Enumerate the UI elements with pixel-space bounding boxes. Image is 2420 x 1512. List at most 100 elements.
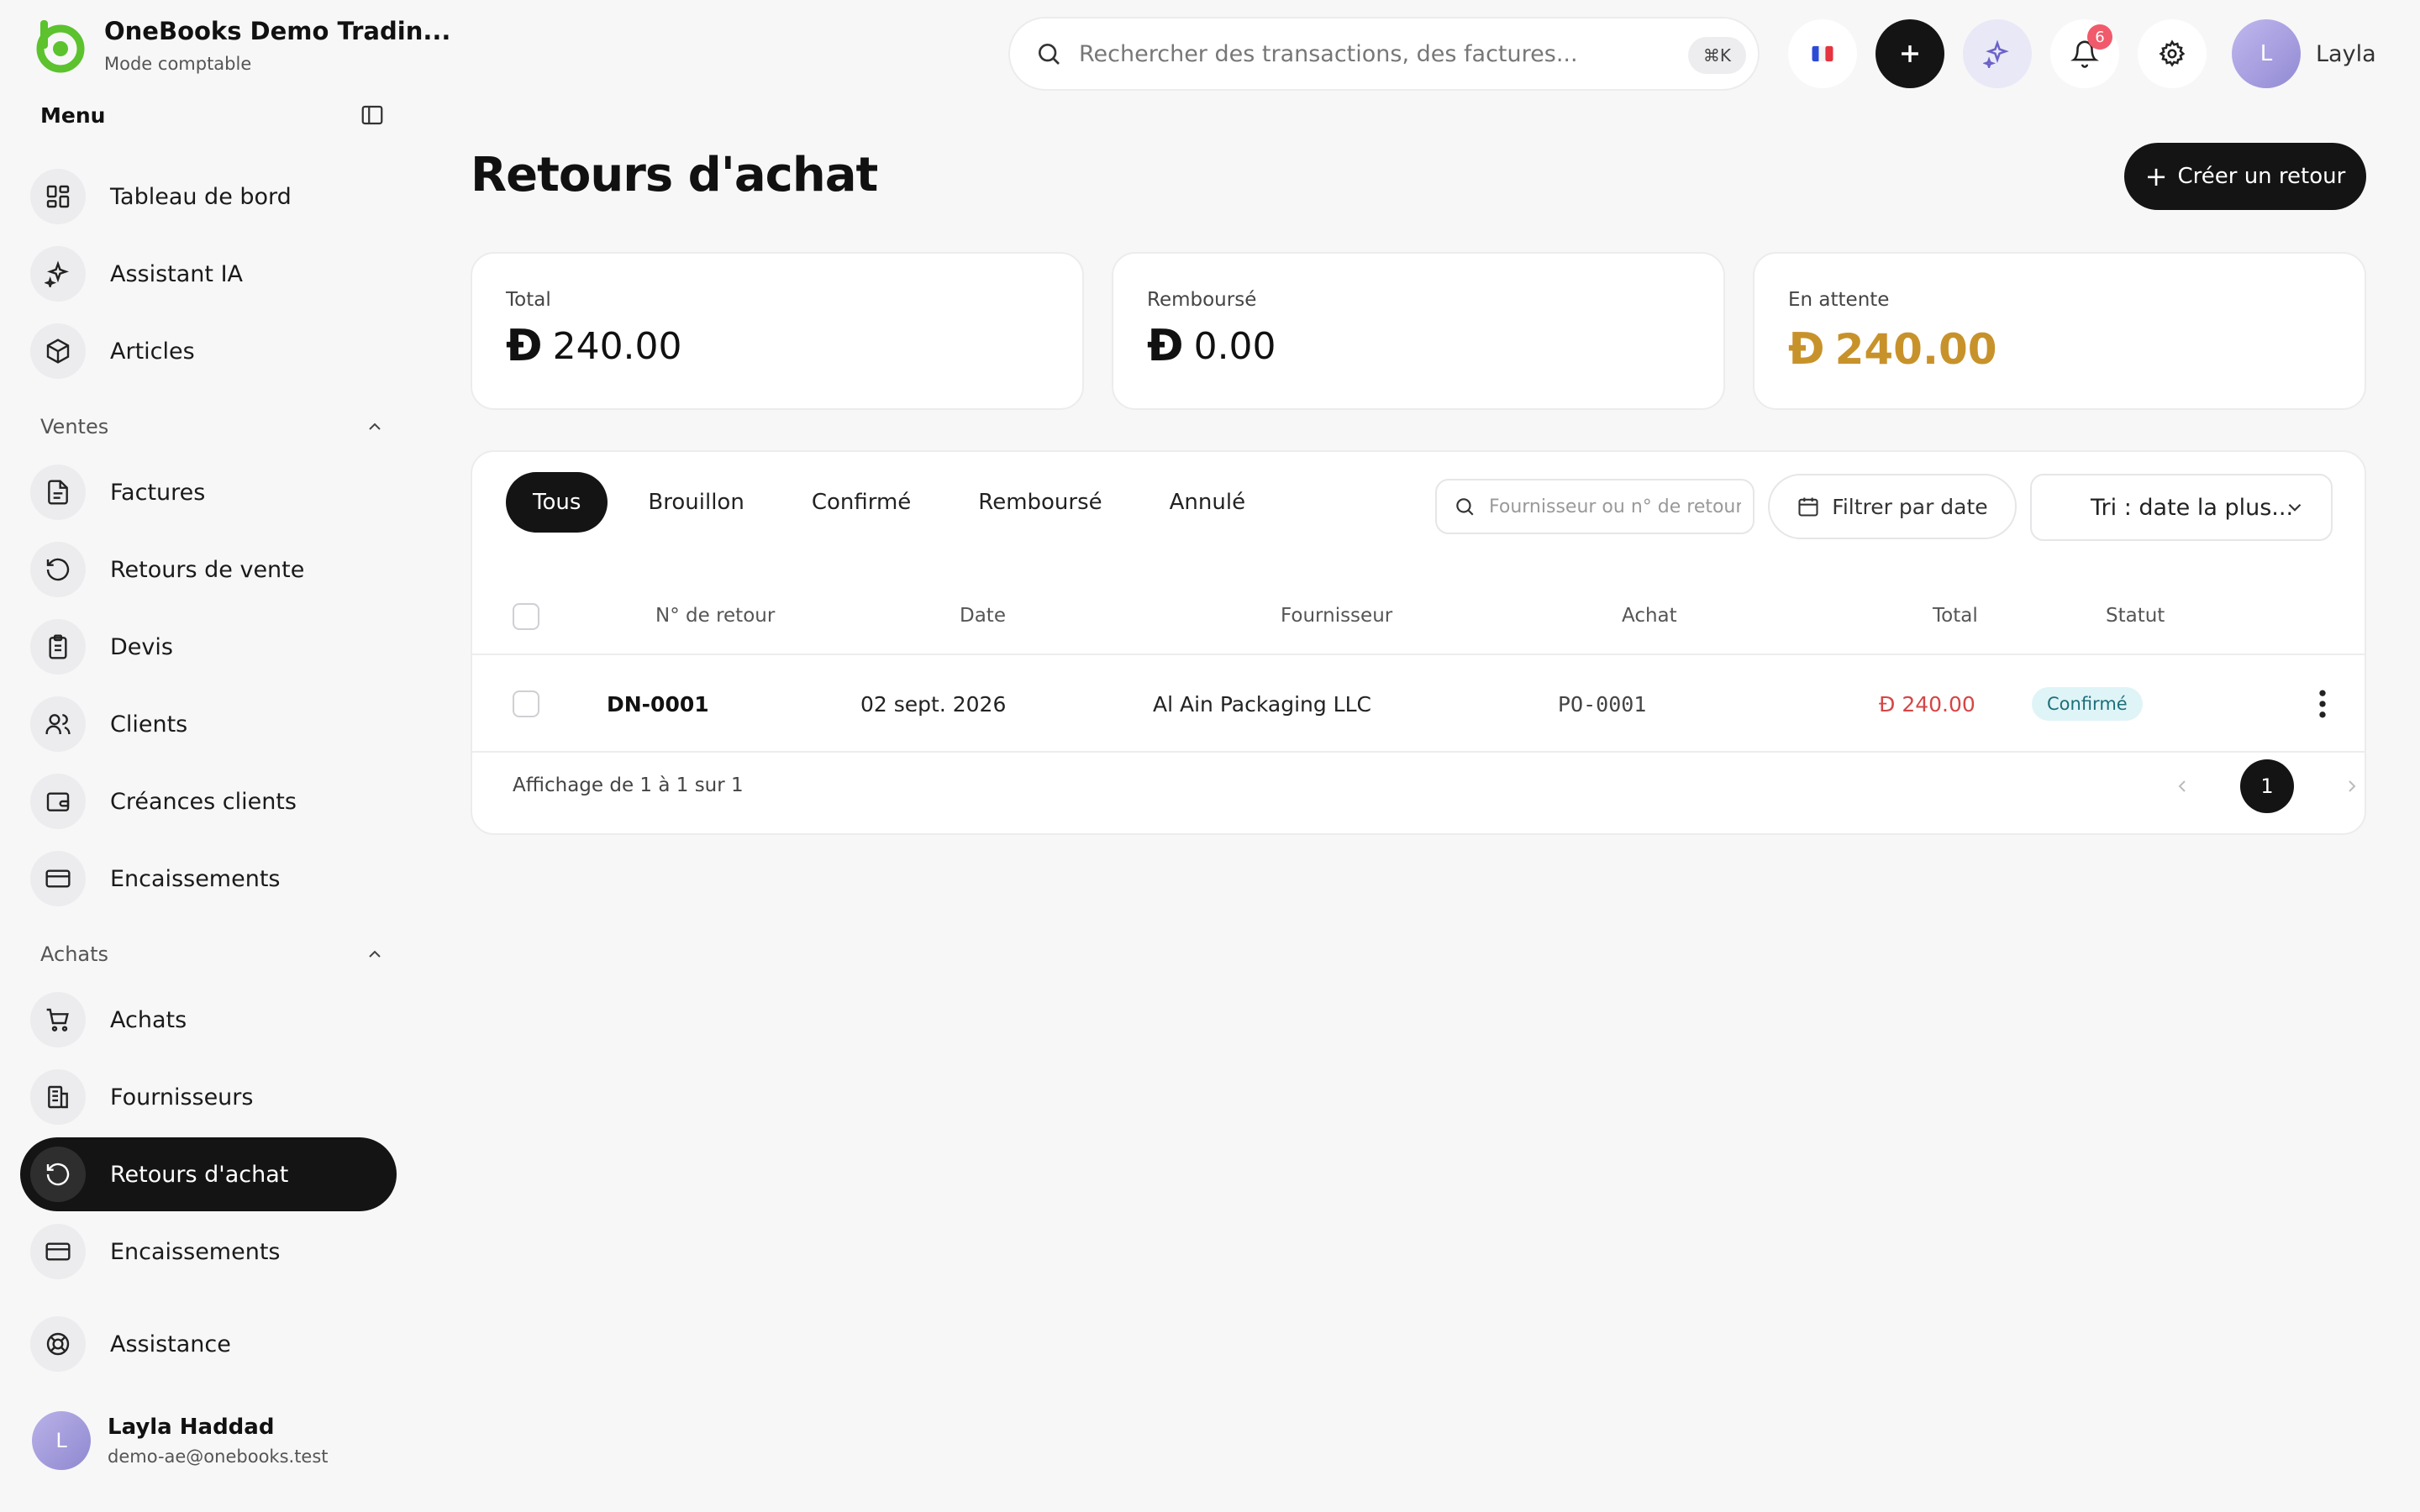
return-supplier: Al Ain Packaging LLC	[1153, 692, 1371, 717]
chevron-up-icon	[369, 423, 381, 430]
page-title: Retours d'achat	[471, 148, 878, 202]
tab-confirmed[interactable]: Confirmé	[785, 472, 938, 533]
select-all-checkbox[interactable]	[513, 603, 539, 630]
chevron-right-icon	[2349, 780, 2356, 792]
page-button[interactable]: 1	[2240, 759, 2294, 813]
currency-icon: Đ	[506, 321, 543, 371]
sidebar-item-label: Fournisseurs	[110, 1084, 254, 1110]
sidebar-collapse-icon[interactable]	[360, 102, 385, 128]
date-filter-button[interactable]: Filtrer par date	[1768, 474, 2017, 539]
chevron-left-icon	[2178, 780, 2186, 792]
column-date[interactable]: Date	[960, 605, 1006, 627]
section-title: Ventes	[40, 415, 109, 438]
filter-search-input[interactable]	[1489, 496, 1741, 517]
card-value: Đ 0.00	[1147, 321, 1276, 371]
tab-all[interactable]: Tous	[506, 472, 608, 533]
rotate-icon	[30, 1147, 86, 1202]
settings-button[interactable]	[2138, 19, 2207, 88]
search-input[interactable]	[1079, 40, 1650, 67]
user-name: Layla Haddad	[108, 1415, 275, 1440]
column-purchase[interactable]: Achat	[1622, 605, 1677, 627]
notifications-button[interactable]: 6	[2050, 19, 2119, 88]
ai-assistant-button[interactable]	[1963, 19, 2032, 88]
brand[interactable]: OneBooks Demo Tradin... Mode comptable	[32, 17, 450, 74]
currency-icon: Đ	[1147, 321, 1184, 371]
search-icon	[1456, 498, 1474, 516]
gear-icon	[2159, 39, 2186, 67]
chevron-up-icon	[369, 950, 381, 958]
sidebar-item-purchase-returns[interactable]: Retours d'achat	[20, 1137, 397, 1211]
sidebar-item-suppliers[interactable]: Fournisseurs	[20, 1060, 397, 1134]
column-total[interactable]: Total	[1933, 605, 1978, 627]
sidebar-item-invoices[interactable]: Factures	[20, 455, 397, 529]
search-icon	[1039, 44, 1060, 65]
column-supplier[interactable]: Fournisseur	[1281, 605, 1392, 627]
tab-refunded[interactable]: Remboursé	[951, 472, 1128, 533]
sidebar-item-label: Retours d'achat	[110, 1161, 289, 1188]
calendar-icon	[1798, 497, 1818, 517]
quick-add-button[interactable]	[1876, 19, 1944, 88]
user-email: demo-ae@onebooks.test	[108, 1446, 329, 1467]
create-return-button[interactable]: + Créer un retour	[2124, 143, 2366, 210]
return-date: 02 sept. 2026	[860, 692, 1007, 717]
global-search[interactable]: ⌘K	[1008, 17, 1760, 91]
section-sales[interactable]: Ventes	[40, 415, 385, 438]
row-checkbox[interactable]	[513, 690, 539, 717]
menu-header: Menu	[40, 102, 385, 128]
sidebar-item-dashboard[interactable]: Tableau de bord	[20, 160, 397, 234]
previous-page-button[interactable]	[2161, 765, 2203, 807]
sidebar-item-sales-returns[interactable]: Retours de vente	[20, 533, 397, 606]
currency-icon: Đ	[1879, 692, 1896, 717]
sidebar-item-support[interactable]: Assistance	[20, 1307, 397, 1381]
card-label: Remboursé	[1147, 289, 1257, 311]
more-vertical-icon[interactable]	[2304, 685, 2341, 722]
column-number[interactable]: N° de retour	[655, 605, 775, 627]
table-row[interactable]: DN-0001 02 sept. 2026 Al Ain Packaging L…	[472, 655, 2365, 753]
sidebar-item-receipts[interactable]: Encaissements	[20, 842, 397, 916]
sidebar-item-label: Retours de vente	[110, 556, 305, 583]
sidebar-item-label: Clients	[110, 711, 188, 738]
sidebar-item-label: Assistant IA	[110, 260, 244, 287]
summary-card-pending: En attente Đ 240.00	[1753, 252, 2366, 410]
language-button[interactable]	[1788, 19, 1857, 88]
tab-cancelled[interactable]: Annulé	[1143, 472, 1272, 533]
sidebar-item-clients[interactable]: Clients	[20, 687, 397, 761]
return-total: Đ 240.00	[1879, 692, 1975, 717]
sidebar-item-purchases[interactable]: Achats	[20, 983, 397, 1057]
next-page-button[interactable]	[2331, 765, 2373, 807]
tab-draft[interactable]: Brouillon	[621, 472, 771, 533]
wallet-icon	[30, 774, 86, 829]
avatar: L	[32, 1411, 91, 1470]
section-purchases[interactable]: Achats	[40, 942, 385, 966]
column-status[interactable]: Statut	[2106, 605, 2165, 627]
sparkles-icon	[30, 246, 86, 302]
sort-select[interactable]: Tri : date la plus...	[2030, 474, 2333, 541]
section-title: Achats	[40, 942, 109, 966]
filter-search[interactable]	[1435, 479, 1754, 534]
card-label: Total	[506, 289, 551, 311]
building-icon	[30, 1069, 86, 1125]
status-badge: Confirmé	[2032, 687, 2143, 721]
notification-badge: 6	[2087, 24, 2112, 50]
rotate-icon	[30, 542, 86, 597]
sidebar-item-label: Encaissements	[110, 865, 281, 892]
sidebar-item-quotes[interactable]: Devis	[20, 610, 397, 684]
sidebar-item-receivables[interactable]: Créances clients	[20, 764, 397, 838]
brand-logo-icon	[36, 20, 85, 73]
sidebar-item-purchase-payments[interactable]: Encaissements	[20, 1215, 397, 1289]
user-profile[interactable]: L Layla Haddad demo-ae@onebooks.test	[32, 1411, 329, 1470]
sidebar-item-articles[interactable]: Articles	[20, 314, 397, 388]
menu-title: Menu	[40, 102, 106, 128]
sidebar-item-label: Devis	[110, 633, 173, 660]
card-value: Đ 240.00	[1788, 324, 1997, 375]
company-name: OneBooks Demo Tradin...	[104, 17, 451, 45]
avatar: L	[2232, 19, 2301, 88]
sidebar-item-label: Articles	[110, 338, 195, 365]
return-number[interactable]: DN-0001	[607, 692, 709, 717]
sidebar-item-ai-assistant[interactable]: Assistant IA	[20, 237, 397, 311]
status-tabs: Tous Brouillon Confirmé Remboursé Annulé	[506, 472, 1286, 533]
user-menu[interactable]: L Layla	[2232, 19, 2376, 88]
company-mode: Mode comptable	[104, 54, 252, 74]
card-amount: 240.00	[552, 324, 682, 368]
return-purchase[interactable]: PO-0001	[1558, 692, 1646, 717]
